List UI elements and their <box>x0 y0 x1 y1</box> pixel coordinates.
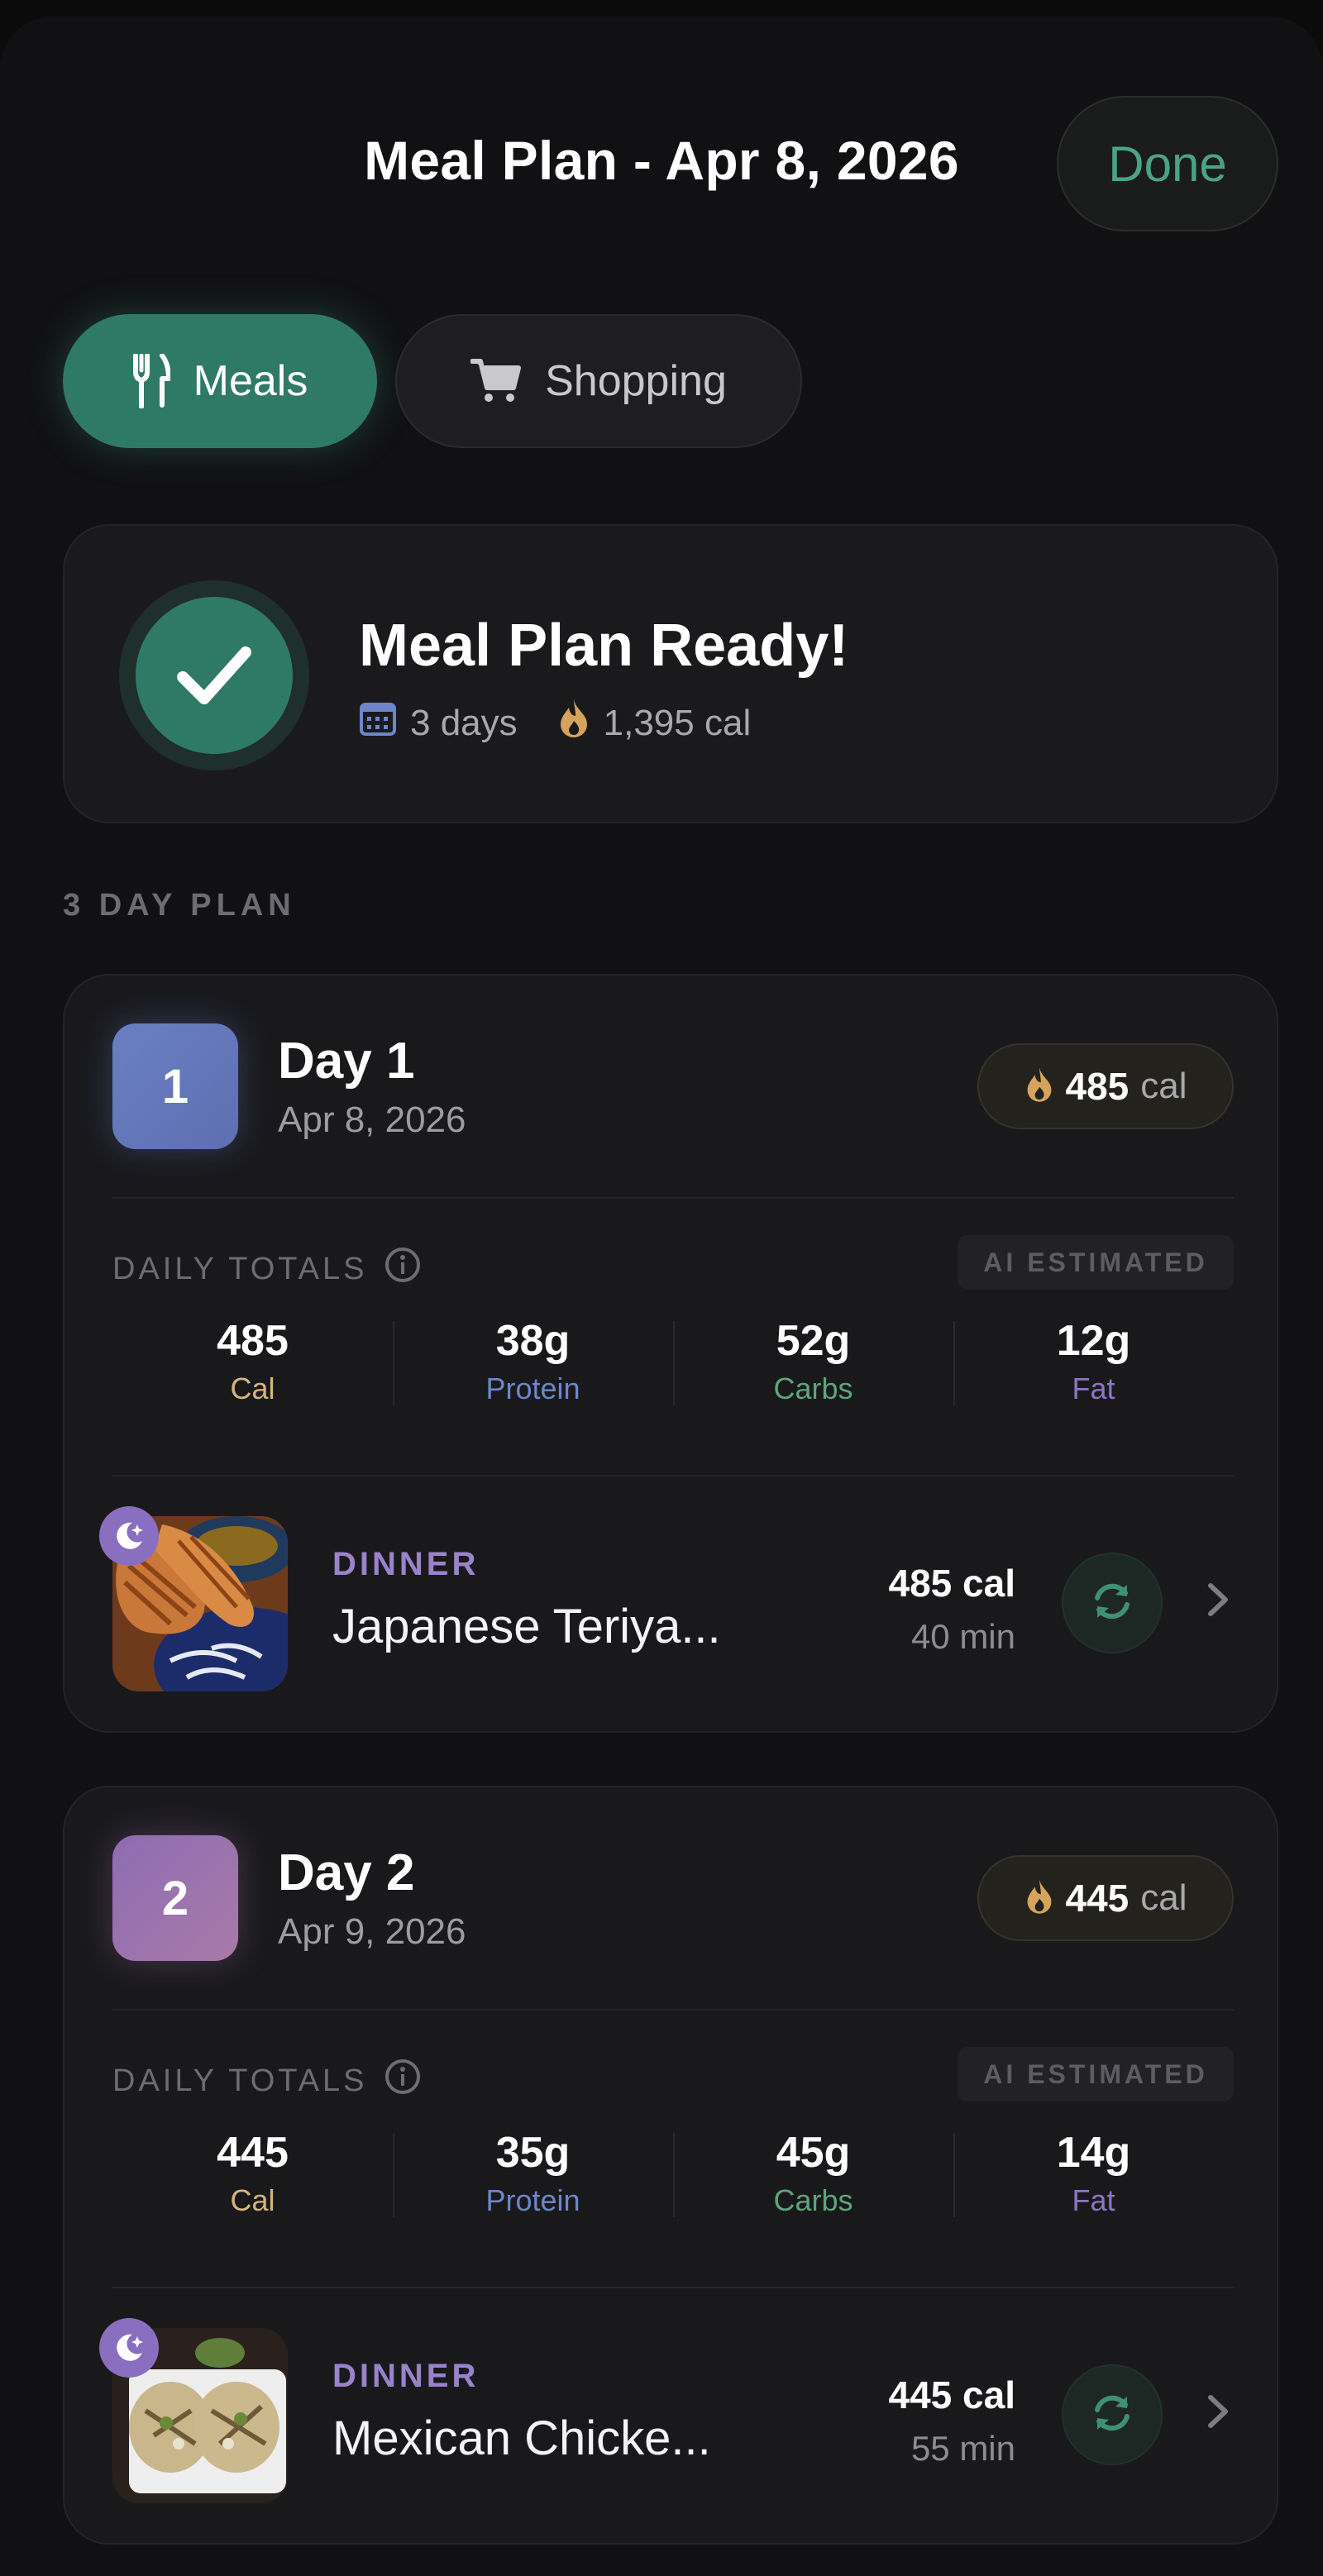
calendar-icon <box>359 700 397 746</box>
moon-icon <box>99 1506 159 1566</box>
day-calorie-unit: cal <box>1140 1877 1187 1918</box>
done-button[interactable]: Done <box>1057 96 1278 231</box>
plan-days: 3 days <box>410 702 518 743</box>
meal-calories: 445 cal <box>888 2373 1015 2416</box>
day-number-badge: 2 <box>112 1835 238 1961</box>
day-card[interactable]: 2 Day 2 Apr 9, 2026 445 cal DAILY TOTALS <box>63 1786 1278 2545</box>
ai-estimated-badge: AI ESTIMATED <box>958 1235 1234 1290</box>
macro-protein: 38g Protein <box>393 1316 673 1409</box>
meal-type-label: DINNER <box>332 2358 480 2394</box>
day-date: Apr 9, 2026 <box>278 1911 466 1952</box>
day-title: Day 1 <box>278 1033 415 1090</box>
macro-carbs: 45g Carbs <box>673 2128 953 2221</box>
meal-calories: 485 cal <box>888 1562 1015 1605</box>
day-date: Apr 8, 2026 <box>278 1100 466 1140</box>
meal-plan-sheet: Meal Plan - Apr 8, 2026 Done Meals Shopp… <box>0 17 1323 2576</box>
plan-calories: 1,395 cal <box>603 702 752 743</box>
fork-knife-icon <box>132 354 170 408</box>
cart-icon <box>470 358 522 404</box>
macro-fat: 14g Fat <box>953 2128 1234 2221</box>
meal-row[interactable]: DINNER Japanese Teriya... 485 cal 40 min <box>64 1495 1280 1691</box>
tab-meals-label: Meals <box>193 357 308 405</box>
flame-icon <box>557 698 590 748</box>
section-label: 3 DAY PLAN <box>63 888 296 923</box>
day-calorie-value: 445 <box>1065 1877 1130 1920</box>
info-icon[interactable] <box>384 1247 421 1291</box>
meal-prep-time: 40 min <box>910 1617 1015 1656</box>
day-number-badge: 1 <box>112 1023 238 1149</box>
macro-carbs: 52g Carbs <box>673 1316 953 1409</box>
tab-shopping-label: Shopping <box>545 357 727 405</box>
meal-type-label: DINNER <box>332 1546 480 1582</box>
flame-icon <box>1024 1066 1054 1108</box>
daily-totals-label: DAILY TOTALS <box>112 1247 421 1291</box>
day-card[interactable]: 1 Day 1 Apr 8, 2026 485 cal DAILY TOTALS <box>63 974 1278 1733</box>
meal-prep-time: 55 min <box>910 2429 1015 2468</box>
info-icon[interactable] <box>384 2058 421 2103</box>
meal-name: Japanese Teriya... <box>332 1600 721 1653</box>
refresh-icon <box>1087 2388 1137 2442</box>
checkmark-icon <box>136 597 293 754</box>
day-calorie-unit: cal <box>1140 1066 1187 1106</box>
meal-name: Mexican Chicke... <box>332 2411 711 2465</box>
tab-shopping[interactable]: Shopping <box>395 314 802 448</box>
swap-meal-button[interactable] <box>1062 1553 1163 1653</box>
tab-meals[interactable]: Meals <box>63 314 377 448</box>
plan-ready-card: Meal Plan Ready! 3 days 1,395 cal <box>63 524 1278 823</box>
swap-meal-button[interactable] <box>1062 2364 1163 2465</box>
day-calorie-badge: 445 cal <box>977 1855 1234 1941</box>
day-title: Day 2 <box>278 1844 415 1901</box>
day-calorie-badge: 485 cal <box>977 1043 1234 1129</box>
refresh-icon <box>1087 1577 1137 1630</box>
plan-summary: 3 days 1,395 cal <box>359 698 790 748</box>
chevron-right-icon <box>1206 2392 1230 2435</box>
plan-ready-title: Meal Plan Ready! <box>359 613 849 679</box>
meal-row[interactable]: DINNER Mexican Chicke... 445 cal 55 min <box>64 2306 1280 2503</box>
macro-fat: 12g Fat <box>953 1316 1234 1409</box>
macro-totals: 445 Cal 35g Protein 45g Carbs 14g Fat <box>112 2128 1234 2221</box>
macro-calories: 485 Cal <box>217 1317 289 1405</box>
day-calorie-value: 485 <box>1065 1065 1130 1108</box>
chevron-right-icon <box>1206 1581 1230 1623</box>
daily-totals-label: DAILY TOTALS <box>112 2058 421 2103</box>
macro-totals: 485 Cal 38g Protein 52g Carbs 12g Fat <box>112 1316 1234 1409</box>
macro-calories: 445 Cal <box>217 2129 289 2217</box>
moon-icon <box>99 2318 159 2378</box>
flame-icon <box>1024 1877 1054 1920</box>
macro-protein: 35g Protein <box>393 2128 673 2221</box>
ai-estimated-badge: AI ESTIMATED <box>958 2047 1234 2101</box>
